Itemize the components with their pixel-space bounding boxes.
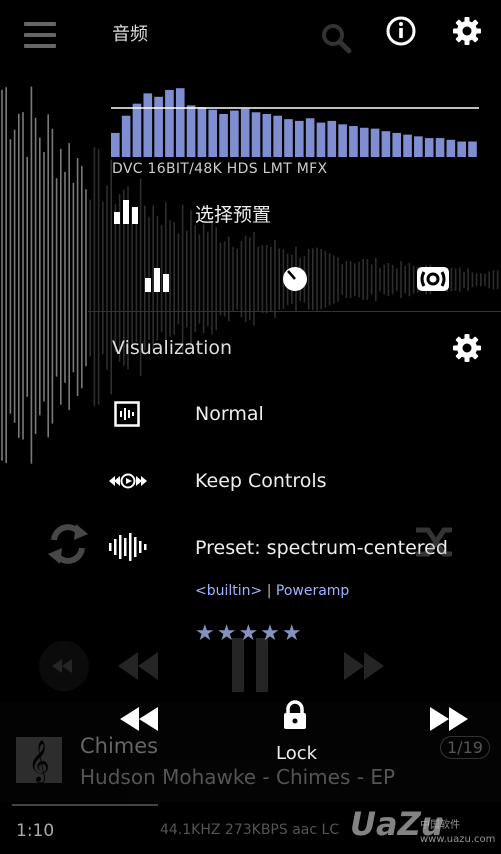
eq-bar (316, 122, 326, 157)
eq-bar (295, 120, 304, 157)
track-count: 1/19 (440, 736, 490, 759)
eq-bar (208, 109, 218, 157)
fast-forward-icon[interactable] (426, 704, 470, 734)
eq-bar (230, 110, 239, 157)
lock-icon[interactable] (282, 700, 308, 730)
rewind-bg-icon[interactable] (116, 648, 162, 684)
eq-bar (414, 136, 423, 157)
lock-label[interactable]: Lock (276, 743, 317, 764)
eq-bar (154, 96, 163, 157)
prev-folder-icon[interactable] (38, 640, 90, 692)
track-artist[interactable]: Hudson Mohawke - Chimes - EP (80, 765, 395, 789)
author-link[interactable]: Poweramp (276, 583, 349, 599)
eq-bar (457, 141, 466, 157)
eq-bar (219, 114, 228, 157)
eq-bar (403, 134, 412, 157)
menu-icon[interactable] (24, 22, 56, 50)
builtin-label: <builtin> (195, 583, 263, 599)
watermark-cn: 中国软件 (420, 820, 460, 831)
track-format-info: 44.1KHZ 273KBPS aac LC (160, 822, 340, 838)
eq-bar (262, 114, 272, 157)
visualization-heading: Visualization (112, 337, 233, 359)
panel-title: 音频 (112, 24, 148, 45)
eq-bar (392, 132, 402, 157)
select-preset-label[interactable]: 选择预置 (195, 200, 271, 227)
eq-bar (197, 107, 207, 157)
eq-bar (175, 88, 185, 157)
eq-bar (305, 118, 315, 157)
watermark-url: www.uazu.com (420, 834, 496, 845)
select-preset-row[interactable] (114, 198, 494, 228)
eq-bar (468, 141, 477, 157)
eq-bar (132, 103, 142, 157)
svg-text:𝄞: 𝄞 (28, 740, 49, 783)
eq-bar (111, 132, 120, 157)
visualization-mode-icon (114, 401, 140, 427)
eq-bar (338, 124, 347, 157)
eq-bar (370, 128, 380, 157)
eq-bar (240, 108, 250, 157)
eq-bars-icon[interactable] (145, 266, 173, 292)
surround-icon[interactable] (416, 266, 450, 292)
separator: | (266, 583, 272, 599)
preset-waveform-icon (109, 533, 147, 561)
info-icon[interactable] (386, 16, 416, 46)
eq-spectrum (111, 88, 479, 157)
eq-bar (273, 115, 282, 157)
visualization-mode-item[interactable]: Normal (195, 403, 264, 425)
audio-format-line: DVC 16BIT/48K HDS LMT MFX (112, 161, 328, 177)
settings-gear-icon[interactable] (452, 16, 482, 46)
keep-controls-item[interactable]: Keep Controls (195, 470, 327, 492)
search-icon[interactable] (320, 22, 352, 54)
progress-bar[interactable] (12, 804, 158, 806)
tone-knob-icon[interactable] (282, 266, 308, 292)
eq-bar (424, 138, 434, 157)
preset-source[interactable]: <builtin> | Poweramp (195, 583, 349, 599)
eq-bar (435, 138, 445, 157)
eq-bar (381, 131, 391, 157)
eq-bar (165, 89, 174, 157)
pause-icon[interactable] (228, 636, 272, 694)
eq-bar (349, 126, 358, 157)
repeat-icon[interactable] (46, 522, 90, 566)
album-art[interactable]: 𝄞 (16, 737, 62, 783)
eq-bar (327, 120, 337, 157)
elapsed-time: 1:10 (16, 821, 55, 841)
eq-bar (359, 127, 369, 157)
keep-controls-icon (109, 473, 147, 489)
eq-bar (446, 139, 456, 157)
track-title[interactable]: Chimes (80, 734, 158, 758)
eq-bar (251, 112, 261, 157)
eq-bar (143, 93, 153, 157)
eq-bar (186, 105, 196, 157)
eq-bar (284, 119, 293, 157)
forward-bg-icon[interactable] (340, 648, 386, 684)
divider (88, 311, 501, 312)
eq-bar (121, 115, 131, 157)
shuffle-icon[interactable] (414, 520, 458, 564)
rewind-icon[interactable] (118, 704, 162, 734)
preset-item[interactable]: Preset: spectrum-centered (195, 537, 448, 559)
visualization-settings-icon[interactable] (452, 333, 482, 363)
equalizer-icon (114, 200, 138, 224)
